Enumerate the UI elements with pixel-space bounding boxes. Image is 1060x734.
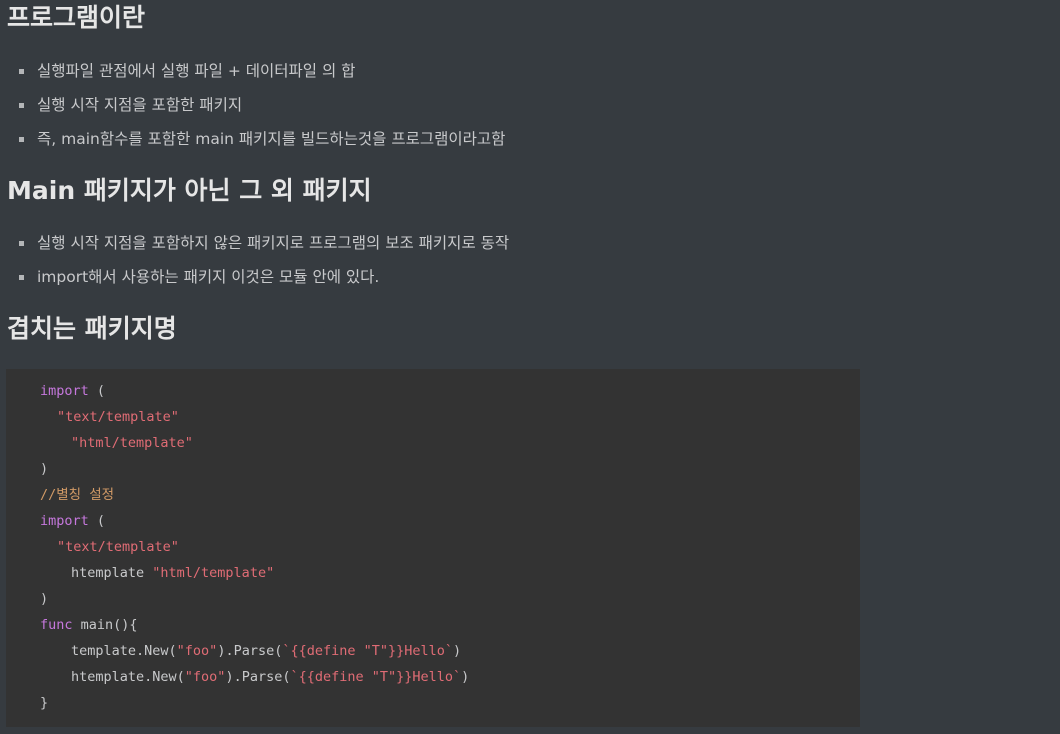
heading-program: 프로그램이란 [7,3,146,32]
code-line: import ( [40,383,106,399]
code-line: "text/template" [57,409,179,425]
heading-duplicate-package-names: 겹치는 패키지명 [7,314,177,343]
heading-non-main-packages: Main 패키지가 아닌 그 외 패키지 [7,176,372,205]
code-line: "text/template" [57,539,179,555]
program-list: 실행파일 관점에서 실행 파일 + 데이터파일 의 합 실행 시작 지점을 포함… [0,54,505,156]
code-line: import ( [40,513,106,529]
code-line: template.New("foo").Parse(`{{define "T"}… [71,643,462,659]
document-page: 프로그램이란 실행파일 관점에서 실행 파일 + 데이터파일 의 합 실행 시작… [0,0,1060,734]
code-line: } [40,695,49,711]
code-line: func main(){ [40,617,138,633]
code-line: "html/template" [71,435,193,451]
list-item: 실행 시작 지점을 포함하지 않은 패키지로 프로그램의 보조 패키지로 동작 [0,226,509,260]
code-line: ) [40,461,49,477]
code-line: ) [40,591,49,607]
code-line: htemplate.New("foo").Parse(`{{define "T"… [71,669,470,685]
non-main-list: 실행 시작 지점을 포함하지 않은 패키지로 프로그램의 보조 패키지로 동작 … [0,226,509,294]
list-item: 실행파일 관점에서 실행 파일 + 데이터파일 의 합 [0,54,505,88]
code-block: import ( "text/template" "html/template"… [6,369,860,727]
list-item: import해서 사용하는 패키지 이것은 모듈 안에 있다. [0,260,509,294]
code-line: htemplate "html/template" [71,565,275,581]
code-comment: //별칭 설정 [40,487,115,503]
list-item: 즉, main함수를 포함한 main 패키지를 빌드하는것을 프로그램이라고함 [0,122,505,156]
list-item: 실행 시작 지점을 포함한 패키지 [0,88,505,122]
